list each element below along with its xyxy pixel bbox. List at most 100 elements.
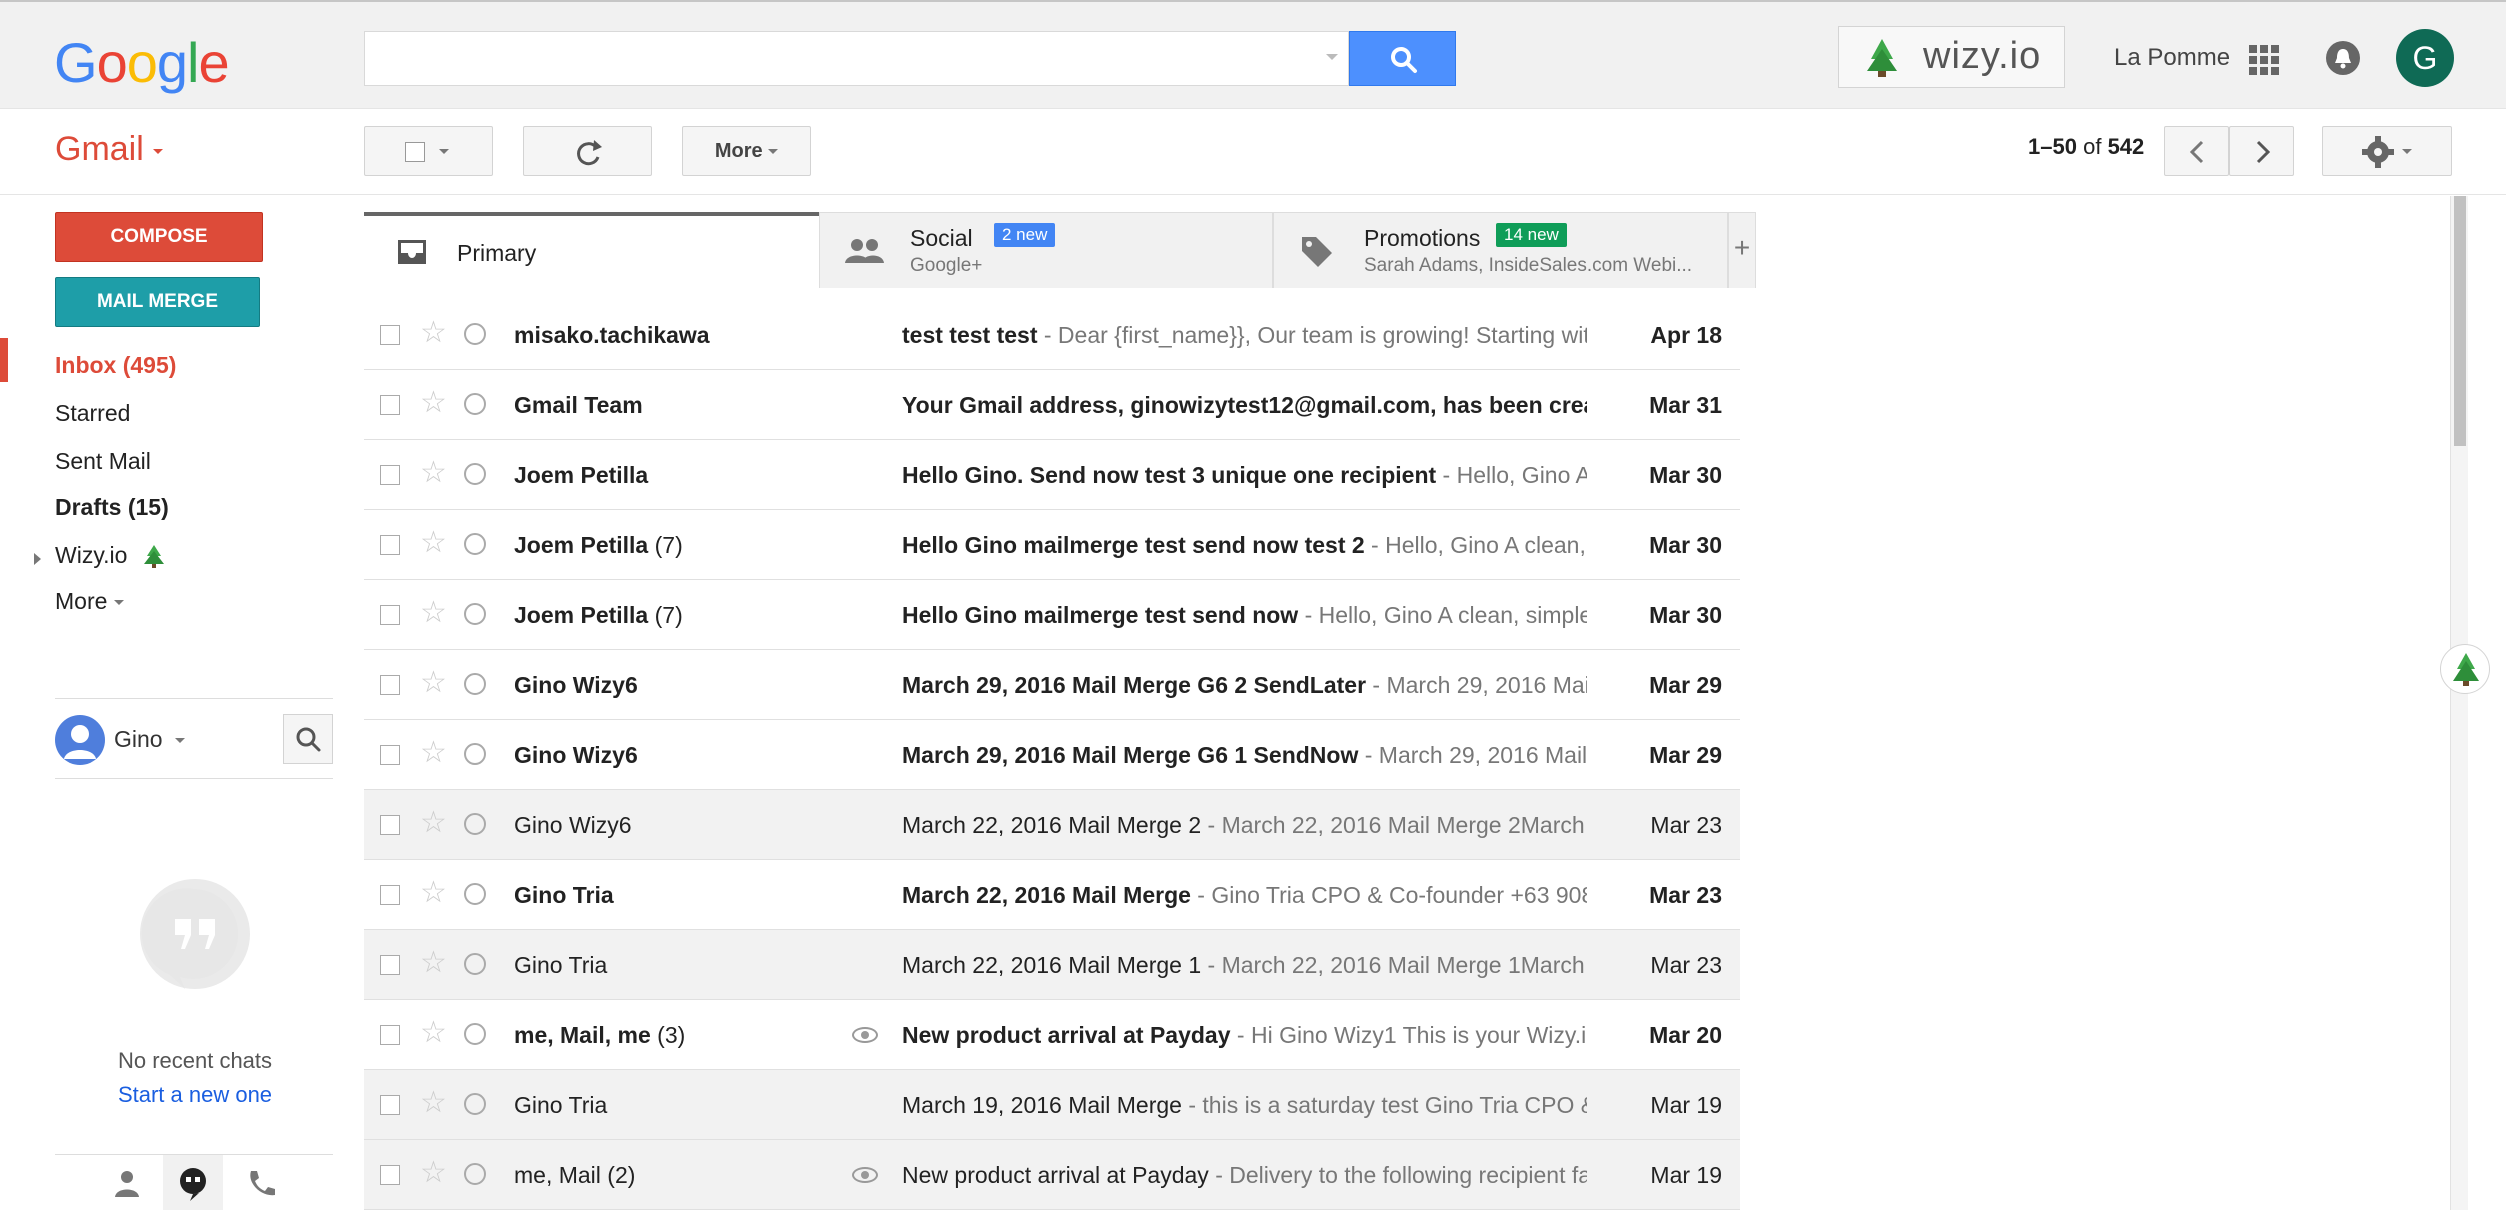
search-button[interactable] bbox=[1349, 31, 1456, 86]
notifications-bell-icon[interactable] bbox=[2326, 41, 2360, 75]
active-folder-indicator bbox=[0, 338, 8, 382]
phone-icon[interactable] bbox=[241, 1163, 281, 1203]
apps-grid-icon[interactable] bbox=[2249, 45, 2279, 75]
snooze-clock-icon[interactable] bbox=[464, 463, 486, 485]
search-field[interactable] bbox=[365, 32, 1305, 85]
row-checkbox[interactable] bbox=[380, 675, 400, 695]
snooze-clock-icon[interactable] bbox=[464, 743, 486, 765]
wizy-side-button[interactable] bbox=[2440, 644, 2490, 694]
google-logo[interactable]: Google bbox=[54, 30, 230, 95]
row-checkbox[interactable] bbox=[380, 465, 400, 485]
tab-promotions[interactable]: Promotions 14 new Sarah Adams, InsideSal… bbox=[1273, 212, 1728, 288]
chat-user-name[interactable]: Gino bbox=[114, 726, 185, 753]
email-row[interactable]: ☆ Joem Petilla (7) Hello Gino mailmerge te… bbox=[364, 580, 1740, 650]
star-icon[interactable]: ☆ bbox=[420, 1018, 447, 1048]
add-tab-button[interactable]: + bbox=[1728, 212, 1756, 288]
email-row[interactable]: ☆ Gino Wizy6 March 29, 2016 Mail Merge G6 … bbox=[364, 650, 1740, 720]
sidebar-item-drafts[interactable]: Drafts (15) bbox=[55, 494, 169, 521]
email-row[interactable]: ☆ me, Mail (2) New product arrival at Payd… bbox=[364, 1140, 1740, 1210]
start-new-chat-link[interactable]: Start a new one bbox=[0, 1082, 390, 1108]
star-icon[interactable]: ☆ bbox=[420, 948, 447, 978]
chat-search-button[interactable] bbox=[283, 714, 333, 764]
gmail-menu[interactable]: Gmail bbox=[55, 130, 164, 169]
snooze-clock-icon[interactable] bbox=[464, 813, 486, 835]
email-row[interactable]: ☆ Gino Wizy6 March 29, 2016 Mail Merge G6 … bbox=[364, 720, 1740, 790]
row-checkbox[interactable] bbox=[380, 955, 400, 975]
tab-social[interactable]: Social 2 new Google+ bbox=[819, 212, 1273, 288]
settings-button[interactable] bbox=[2322, 126, 2452, 176]
snooze-clock-icon[interactable] bbox=[464, 533, 486, 555]
star-icon[interactable]: ☆ bbox=[420, 318, 447, 348]
email-row[interactable]: ☆ Joem Petilla Hello Gino. Send now test 3… bbox=[364, 440, 1740, 510]
star-icon[interactable]: ☆ bbox=[420, 1158, 447, 1188]
newer-page-button[interactable] bbox=[2164, 126, 2229, 176]
hangouts-tab[interactable] bbox=[163, 1155, 223, 1210]
chat-user-avatar[interactable] bbox=[55, 715, 105, 765]
tab-primary[interactable]: Primary bbox=[364, 212, 819, 288]
star-icon[interactable]: ☆ bbox=[420, 878, 447, 908]
snooze-clock-icon[interactable] bbox=[464, 603, 486, 625]
snooze-clock-icon[interactable] bbox=[464, 673, 486, 695]
account-name[interactable]: La Pomme bbox=[2114, 44, 2230, 72]
scrollbar[interactable] bbox=[2450, 196, 2468, 1210]
row-checkbox[interactable] bbox=[380, 1095, 400, 1115]
search-input[interactable] bbox=[364, 31, 1349, 86]
row-checkbox[interactable] bbox=[380, 815, 400, 835]
expand-triangle-icon[interactable] bbox=[34, 553, 41, 565]
sidebar-item-inbox[interactable]: Inbox (495) bbox=[55, 352, 176, 379]
row-checkbox[interactable] bbox=[380, 745, 400, 765]
email-subject: Hello Gino. Send now test 3 unique one r… bbox=[902, 462, 1437, 488]
row-checkbox[interactable] bbox=[380, 535, 400, 555]
snooze-clock-icon[interactable] bbox=[464, 1023, 486, 1045]
older-page-button[interactable] bbox=[2229, 126, 2294, 176]
select-all-dropdown[interactable] bbox=[364, 126, 493, 176]
email-snippet: - March 29, 2016 Mail Merge G6 1 SendNow… bbox=[1364, 742, 1587, 768]
star-icon[interactable]: ☆ bbox=[420, 1088, 447, 1118]
sidebar-item-sent[interactable]: Sent Mail bbox=[55, 448, 151, 475]
email-row[interactable]: ☆ misako.tachikawa test test test - Dear {… bbox=[364, 300, 1740, 370]
sidebar-item-more[interactable]: More bbox=[55, 588, 124, 615]
star-icon[interactable]: ☆ bbox=[420, 808, 447, 838]
wizy-extension-button[interactable]: wizy.io bbox=[1838, 26, 2065, 88]
sidebar-item-starred[interactable]: Starred bbox=[55, 400, 130, 427]
email-row[interactable]: ☆ Gmail Team Your Gmail address, ginowizyt… bbox=[364, 370, 1740, 440]
row-checkbox[interactable] bbox=[380, 605, 400, 625]
more-actions-button[interactable]: More bbox=[682, 126, 811, 176]
email-row[interactable]: ☆ Gino Tria March 22, 2016 Mail Merge - Gi… bbox=[364, 860, 1740, 930]
star-icon[interactable]: ☆ bbox=[420, 458, 447, 488]
row-checkbox[interactable] bbox=[380, 395, 400, 415]
snooze-clock-icon[interactable] bbox=[464, 1093, 486, 1115]
select-checkbox-icon[interactable] bbox=[405, 142, 425, 162]
email-row[interactable]: ☆ Gino Tria March 19, 2016 Mail Merge - th… bbox=[364, 1070, 1740, 1140]
account-avatar[interactable]: G bbox=[2396, 29, 2454, 87]
tab-primary-label: Primary bbox=[457, 240, 537, 266]
contacts-person-icon[interactable] bbox=[107, 1163, 147, 1203]
refresh-button[interactable] bbox=[523, 126, 652, 176]
sidebar-item-wizy[interactable]: Wizy.io bbox=[55, 542, 168, 571]
email-row[interactable]: ☆ Gino Wizy6 March 22, 2016 Mail Merge 2 -… bbox=[364, 790, 1740, 860]
mail-merge-button[interactable]: MAIL MERGE bbox=[55, 277, 260, 327]
row-checkbox[interactable] bbox=[380, 885, 400, 905]
snooze-clock-icon[interactable] bbox=[464, 953, 486, 975]
row-checkbox[interactable] bbox=[380, 1165, 400, 1185]
snooze-clock-icon[interactable] bbox=[464, 393, 486, 415]
snooze-clock-icon[interactable] bbox=[464, 323, 486, 345]
snooze-clock-icon[interactable] bbox=[464, 1163, 486, 1185]
star-icon[interactable]: ☆ bbox=[420, 388, 447, 418]
email-content: March 22, 2016 Mail Merge 2 - March 22, … bbox=[902, 812, 1587, 839]
snooze-clock-icon[interactable] bbox=[464, 883, 486, 905]
row-checkbox[interactable] bbox=[380, 325, 400, 345]
star-icon[interactable]: ☆ bbox=[420, 738, 447, 768]
email-row[interactable]: ☆ me, Mail, me (3) New product arrival at … bbox=[364, 1000, 1740, 1070]
compose-button[interactable]: COMPOSE bbox=[55, 212, 263, 262]
email-row[interactable]: ☆ Joem Petilla (7) Hello Gino mailmerge te… bbox=[364, 510, 1740, 580]
search-options-caret-icon[interactable] bbox=[1326, 54, 1338, 60]
star-icon[interactable]: ☆ bbox=[420, 598, 447, 628]
email-date: Mar 23 bbox=[1650, 812, 1722, 838]
row-checkbox[interactable] bbox=[380, 1025, 400, 1045]
email-sender: misako.tachikawa bbox=[514, 322, 710, 349]
scrollbar-thumb[interactable] bbox=[2454, 196, 2466, 446]
star-icon[interactable]: ☆ bbox=[420, 668, 447, 698]
email-row[interactable]: ☆ Gino Tria March 22, 2016 Mail Merge 1 - … bbox=[364, 930, 1740, 1000]
star-icon[interactable]: ☆ bbox=[420, 528, 447, 558]
